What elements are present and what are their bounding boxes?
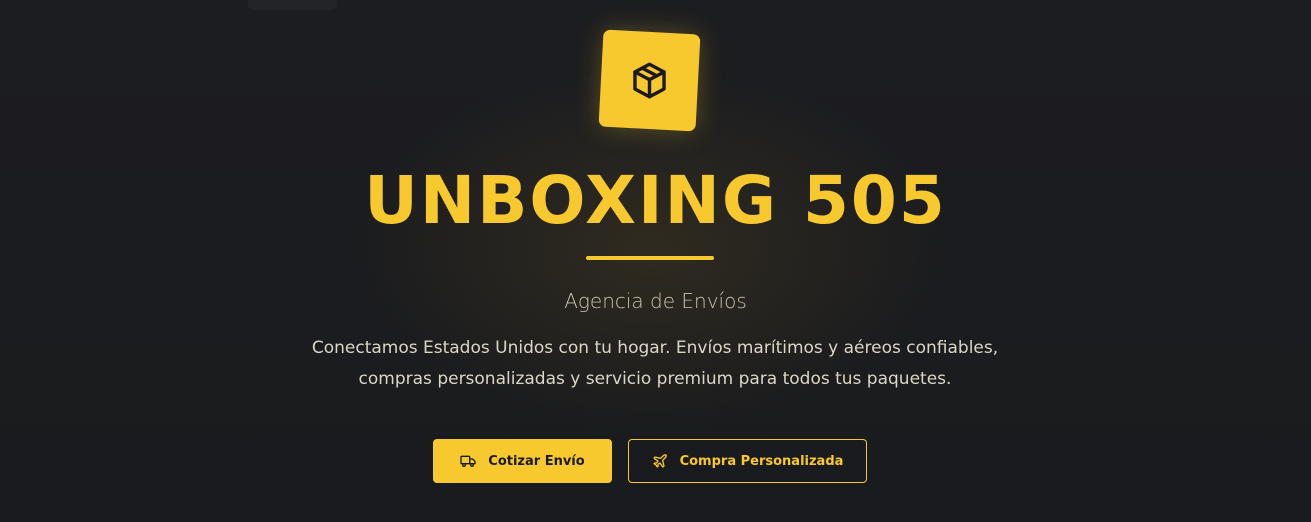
quote-shipping-label: Cotizar Envío bbox=[488, 453, 585, 469]
description-line-1: Conectamos Estados Unidos con tu hogar. … bbox=[311, 338, 999, 358]
description-line-2: compras personalizadas y servicio premiu… bbox=[358, 369, 952, 389]
custom-purchase-button[interactable]: Compra Personalizada bbox=[628, 439, 867, 483]
title-divider bbox=[586, 256, 714, 260]
custom-purchase-label: Compra Personalizada bbox=[679, 453, 844, 469]
plane-icon bbox=[652, 453, 668, 469]
hero-description: Conectamos Estados Unidos con tu hogar. … bbox=[305, 333, 1005, 395]
package-icon bbox=[633, 62, 666, 99]
top-tab-fragment[interactable] bbox=[248, 0, 337, 10]
page-title: UNBOXING 505 bbox=[364, 162, 947, 239]
truck-icon bbox=[460, 453, 476, 469]
logo-badge bbox=[598, 29, 701, 132]
page-subtitle: Agencia de Envíos bbox=[564, 289, 747, 313]
quote-shipping-button[interactable]: Cotizar Envío bbox=[433, 439, 612, 483]
hero-section: UNBOXING 505 Agencia de Envíos Conectamo… bbox=[0, 0, 1311, 522]
